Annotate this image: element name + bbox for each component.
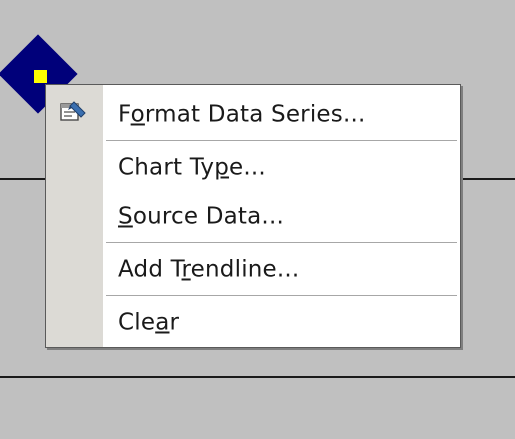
menu-separator (106, 140, 457, 141)
menu-item-clear[interactable]: Clear (46, 297, 460, 348)
data-point-selection-handle[interactable] (34, 70, 47, 83)
menu-item-source-data[interactable]: Source Data... (46, 191, 460, 242)
menu-separator (106, 242, 457, 243)
menu-separator (106, 295, 457, 296)
context-menu: Format Data Series... Chart Type... Sour… (45, 84, 461, 348)
menu-item-chart-type[interactable]: Chart Type... (46, 142, 460, 193)
gridline (0, 376, 515, 378)
format-data-series-icon (59, 101, 87, 125)
menu-item-format-data-series[interactable]: Format Data Series... (46, 89, 460, 140)
menu-item-add-trendline[interactable]: Add Trendline... (46, 244, 460, 295)
